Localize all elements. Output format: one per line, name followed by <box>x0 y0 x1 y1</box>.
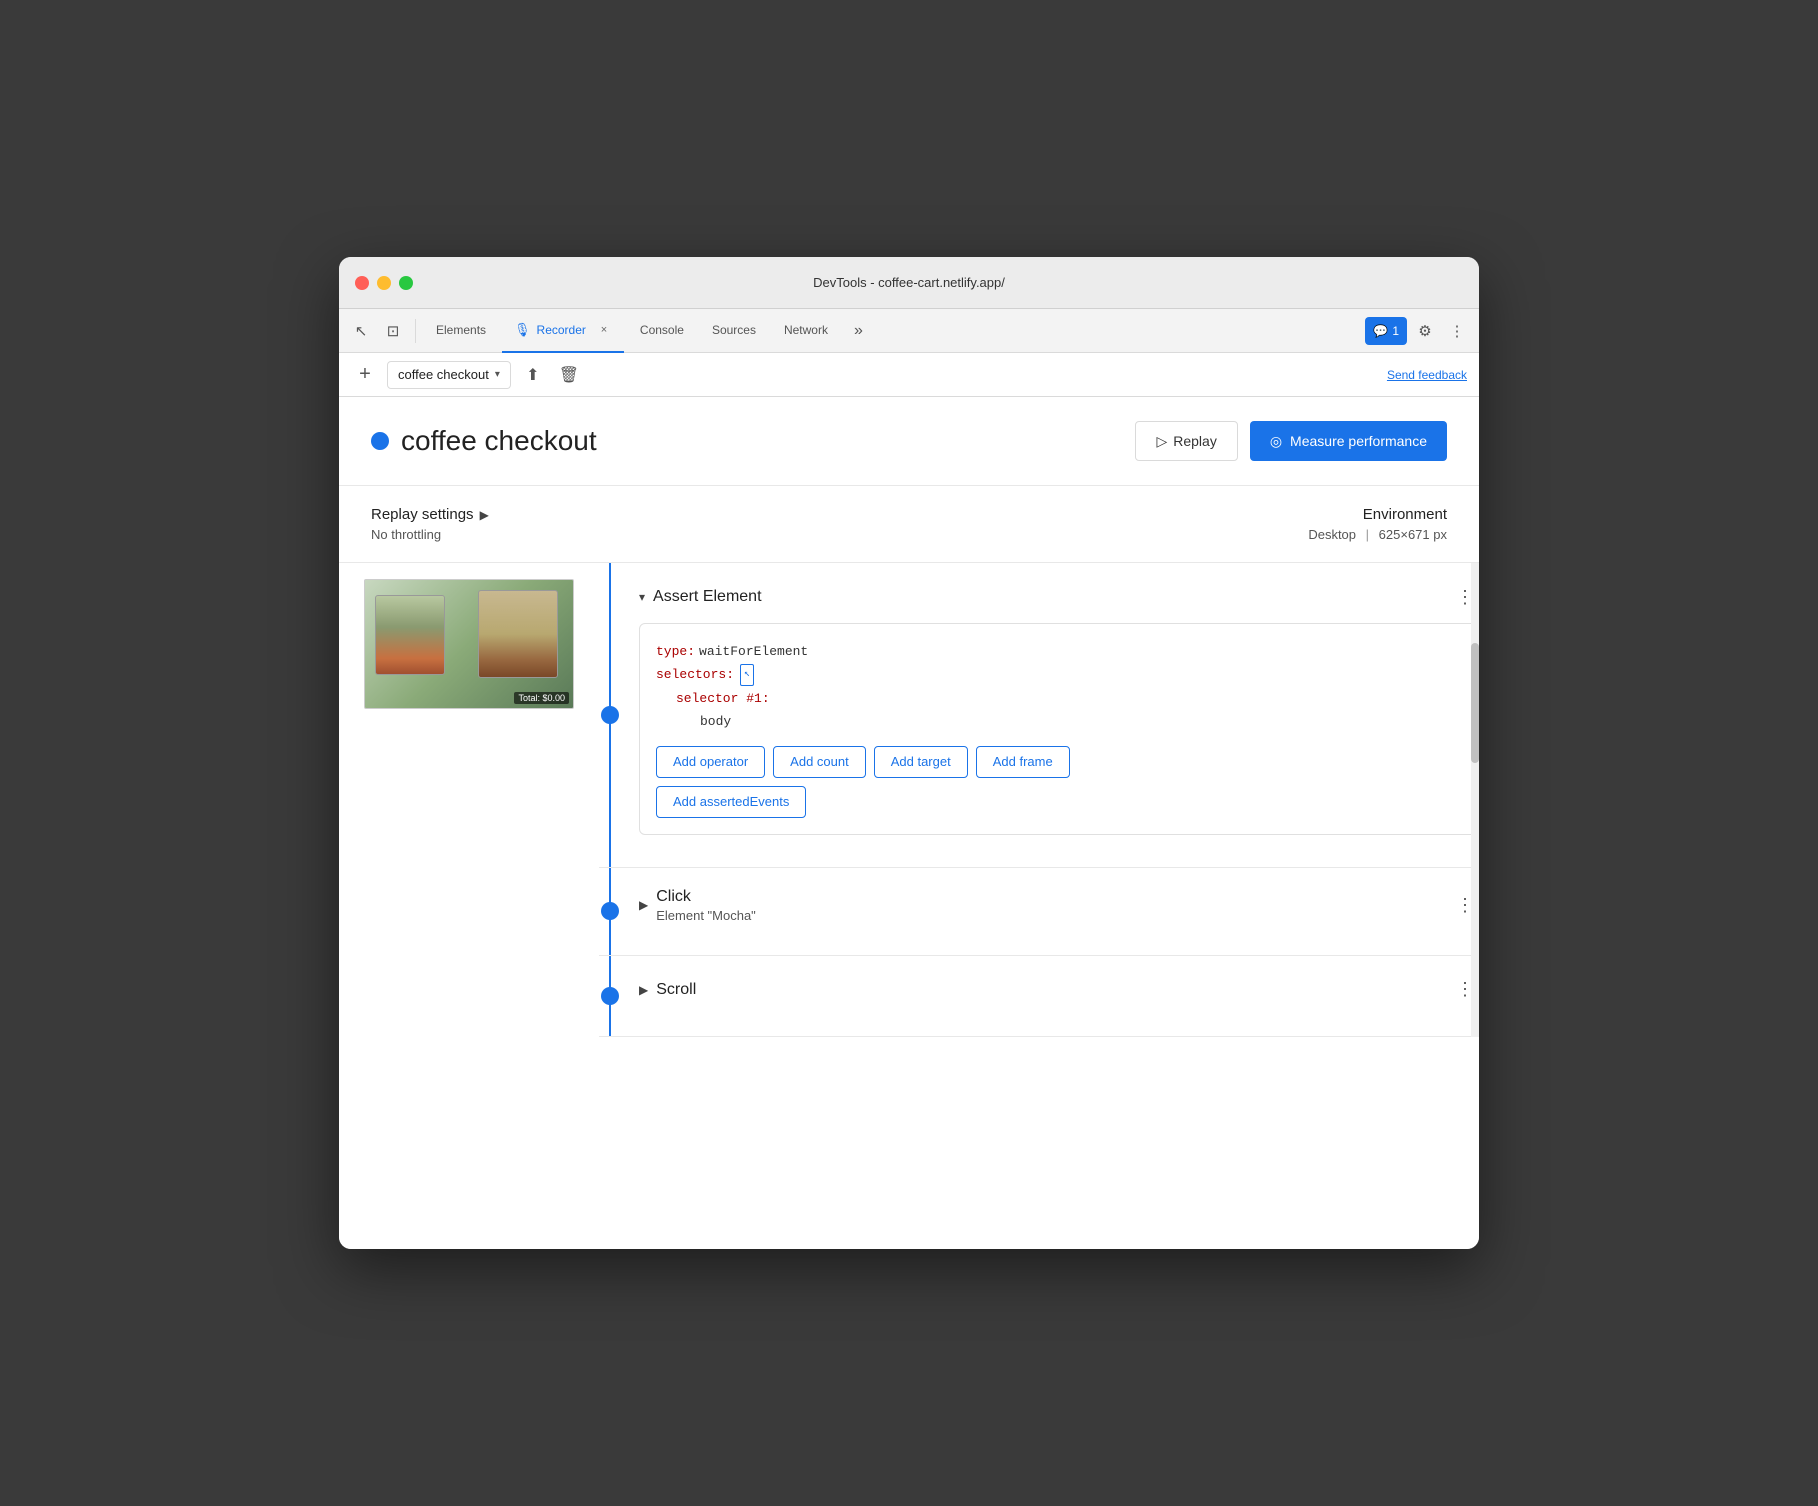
step-header-click: ▶ Click Element "Mocha" ⋮ <box>639 888 1479 923</box>
screenshot-footer: Total: $0.00 <box>514 692 569 704</box>
recorder-icon: 🎙 <box>514 322 531 338</box>
action-buttons-row2: Add assertedEvents <box>656 786 1462 818</box>
expand-icon-scroll[interactable]: ▶ <box>639 983 648 997</box>
devtools-window: DevTools - coffee-cart.netlify.app/ ↖ ⊡ … <box>339 257 1479 1249</box>
screenshot-inner: Total: $0.00 <box>365 580 573 708</box>
throttle-label: No throttling <box>371 527 1308 542</box>
step-header-scroll: ▶ Scroll ⋮ <box>639 976 1479 1004</box>
chat-icon: 💬 <box>1373 324 1388 338</box>
screenshot-panel: Total: $0.00 <box>339 563 599 1037</box>
upload-icon: ⬆ <box>526 365 539 385</box>
notification-button[interactable]: 💬 1 <box>1365 317 1407 345</box>
tab-elements[interactable]: Elements <box>424 309 498 353</box>
coffee-item-cappuccino <box>375 595 445 675</box>
toolbar-right: 💬 1 ⚙ ⋮ <box>1365 317 1471 345</box>
main-toolbar: ↖ ⊡ Elements 🎙 Recorder × Console Source… <box>339 309 1479 353</box>
measure-performance-button[interactable]: ◎ Measure performance <box>1250 421 1447 461</box>
timeline-area: ▾ Assert Element ⋮ type: waitForElement … <box>599 563 1479 1037</box>
cursor-tool-button[interactable]: ↖ <box>347 317 375 345</box>
maximize-button[interactable] <box>399 276 413 290</box>
secondary-toolbar: + coffee checkout ▾ ⬆ 🗑 Send feedback <box>339 353 1479 397</box>
replay-settings-label: Replay settings <box>371 506 474 523</box>
click-step: ▶ Click Element "Mocha" ⋮ <box>599 868 1479 956</box>
step-dot-click <box>601 902 619 920</box>
recording-header: coffee checkout ▷ Replay ◎ Measure perfo… <box>339 397 1479 486</box>
scrollbar-thumb[interactable] <box>1471 643 1479 763</box>
customize-button[interactable]: ⋮ <box>1443 317 1471 345</box>
coffee-item-mocha <box>478 590 558 678</box>
code-selectors-line: selectors: ↖ <box>656 663 1462 686</box>
recording-name: coffee checkout <box>398 367 489 382</box>
close-button[interactable] <box>355 276 369 290</box>
add-count-button[interactable]: Add count <box>773 746 866 778</box>
arrow-right-icon: ▶ <box>480 508 489 522</box>
tab-network[interactable]: Network <box>772 309 840 353</box>
add-recording-button[interactable]: + <box>351 361 379 389</box>
action-buttons: Add operator Add count Add target Add fr… <box>656 746 1462 778</box>
code-block-assert: type: waitForElement selectors: ↖ select… <box>639 623 1479 835</box>
more-tabs-button[interactable]: » <box>848 322 869 340</box>
main-content: coffee checkout ▷ Replay ◎ Measure perfo… <box>339 397 1479 1249</box>
selector-picker-icon[interactable]: ↖ <box>740 664 754 686</box>
recording-status-dot <box>371 432 389 450</box>
step-dot-scroll <box>601 987 619 1005</box>
tab-recorder[interactable]: 🎙 Recorder × <box>502 309 624 353</box>
measure-icon: ◎ <box>1270 433 1282 450</box>
layers-icon: ⊡ <box>387 322 400 340</box>
traffic-lights <box>355 276 413 290</box>
toolbar-divider <box>415 319 416 343</box>
step-subtitle-click: Element "Mocha" <box>656 908 1451 923</box>
export-button[interactable]: ⬆ <box>519 361 547 389</box>
replay-button[interactable]: ▷ Replay <box>1135 421 1237 461</box>
play-icon: ▷ <box>1156 433 1167 450</box>
assert-element-step: ▾ Assert Element ⋮ type: waitForElement … <box>599 563 1479 868</box>
devtools-panel: ↖ ⊡ Elements 🎙 Recorder × Console Source… <box>339 309 1479 1249</box>
settings-right: Environment Desktop | 625×671 px <box>1308 506 1447 542</box>
add-operator-button[interactable]: Add operator <box>656 746 765 778</box>
resolution-label: 625×671 px <box>1379 527 1447 542</box>
step-title-assert: Assert Element <box>653 588 1451 606</box>
tab-sources[interactable]: Sources <box>700 309 768 353</box>
chevron-down-icon: ▾ <box>495 369 500 380</box>
collapse-icon[interactable]: ▾ <box>639 590 645 604</box>
send-feedback-button[interactable]: Send feedback <box>1387 368 1467 382</box>
cursor-icon: ↖ <box>355 322 368 340</box>
settings-button[interactable]: ⚙ <box>1411 317 1439 345</box>
recorder-close-button[interactable]: × <box>596 322 612 338</box>
code-selector-num-line: selector #1: <box>656 687 1462 710</box>
expand-icon-click[interactable]: ▶ <box>639 898 648 912</box>
delete-button[interactable]: 🗑 <box>555 361 583 389</box>
add-target-button[interactable]: Add target <box>874 746 968 778</box>
title-bar: DevTools - coffee-cart.netlify.app/ <box>339 257 1479 309</box>
step-dot-assert <box>601 706 619 724</box>
add-frame-button[interactable]: Add frame <box>976 746 1070 778</box>
kebab-icon: ⋮ <box>1450 322 1465 340</box>
scrollbar[interactable] <box>1471 563 1479 1037</box>
step-title-click: Click <box>656 888 1451 906</box>
recording-selector[interactable]: coffee checkout ▾ <box>387 361 511 389</box>
environment-details: Desktop | 625×671 px <box>1308 527 1447 542</box>
code-selector-value-line: body <box>656 710 1462 733</box>
scroll-step: ▶ Scroll ⋮ <box>599 956 1479 1037</box>
step-title-scroll: Scroll <box>656 981 1451 999</box>
inspect-button[interactable]: ⊡ <box>379 317 407 345</box>
add-asserted-events-button[interactable]: Add assertedEvents <box>656 786 806 818</box>
screenshot-thumbnail: Total: $0.00 <box>364 579 574 709</box>
settings-left: Replay settings ▶ No throttling <box>371 506 1308 542</box>
environment-label: Environment <box>1308 506 1447 523</box>
window-title: DevTools - coffee-cart.netlify.app/ <box>813 275 1005 290</box>
minimize-button[interactable] <box>377 276 391 290</box>
step-header-assert: ▾ Assert Element ⋮ <box>639 583 1479 611</box>
replay-settings-row[interactable]: Replay settings ▶ <box>371 506 1308 523</box>
settings-bar: Replay settings ▶ No throttling Environm… <box>339 486 1479 563</box>
trash-icon: 🗑 <box>559 365 579 385</box>
code-type-line: type: waitForElement <box>656 640 1462 663</box>
gear-icon: ⚙ <box>1418 322 1431 340</box>
recording-title: coffee checkout <box>401 425 1123 457</box>
steps-area: Total: $0.00 ▾ Assert Element ⋮ <box>339 563 1479 1037</box>
desktop-label: Desktop <box>1308 527 1356 542</box>
tab-console[interactable]: Console <box>628 309 696 353</box>
